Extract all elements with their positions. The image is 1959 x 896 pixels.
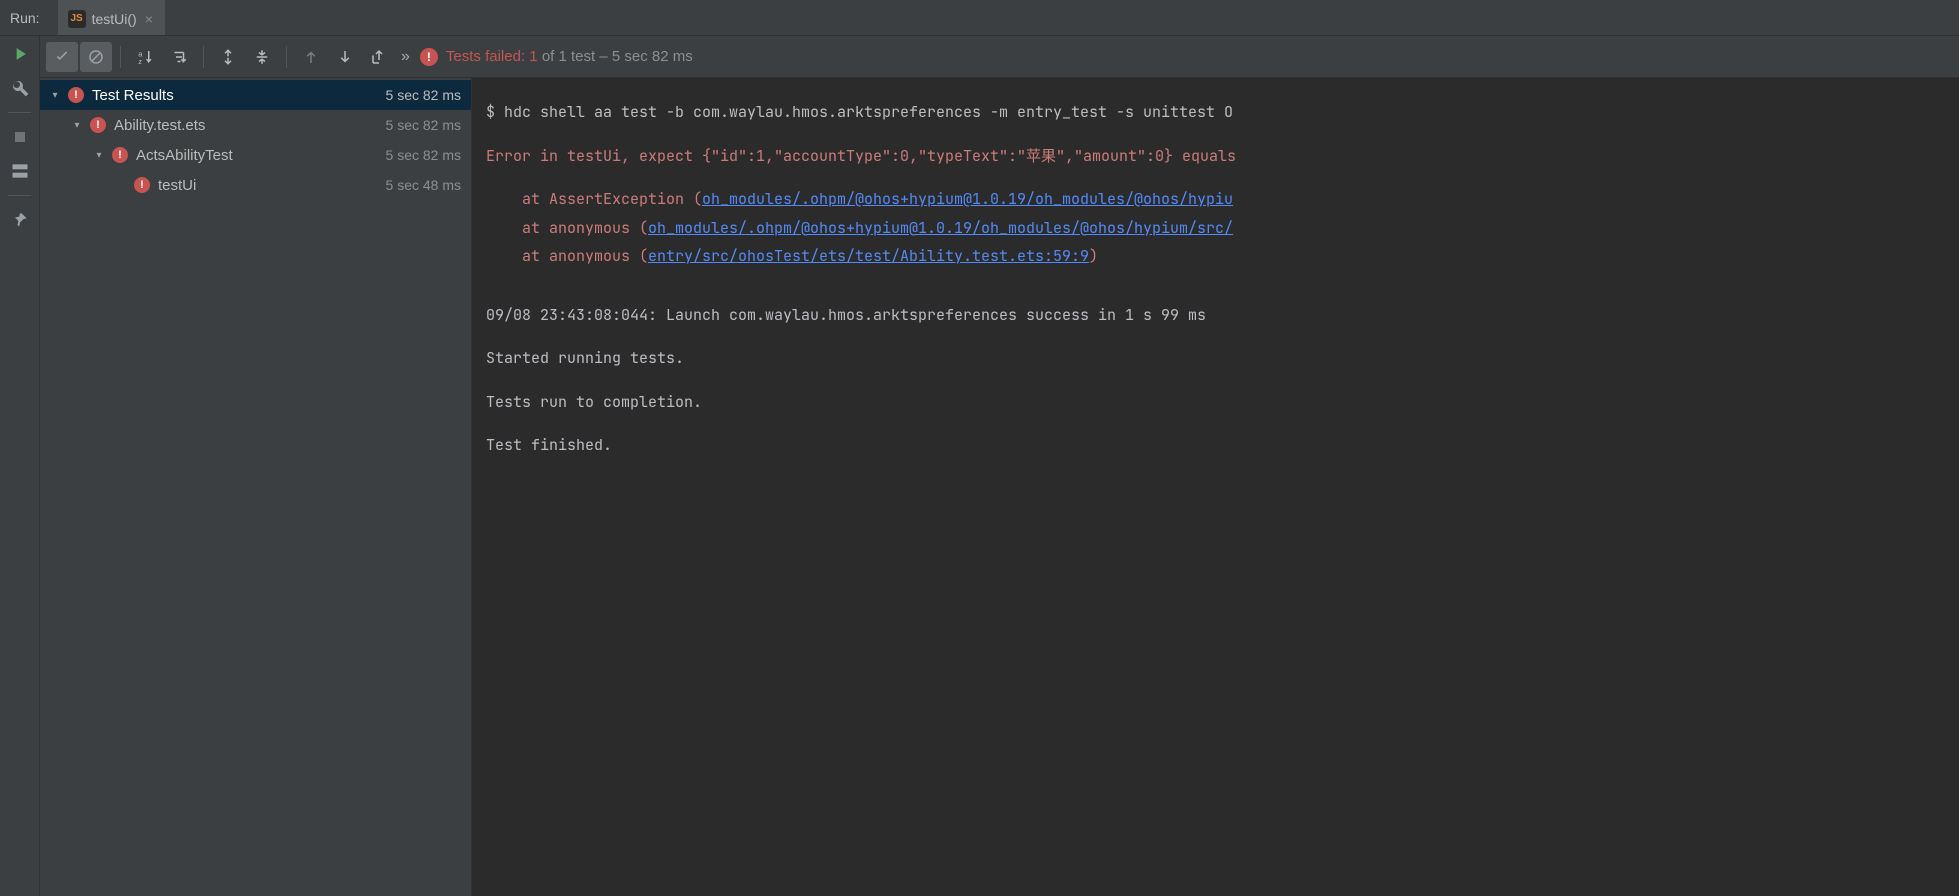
tab-title: testUi() — [92, 11, 137, 27]
right-pane: az » ! — [40, 36, 1959, 896]
tree-node-time: 5 sec 82 ms — [386, 117, 461, 133]
wrench-icon[interactable] — [10, 78, 30, 98]
error-icon: ! — [112, 147, 128, 163]
tree-node[interactable]: ▾! ActsAbilityTest 5 sec 82 ms — [40, 140, 471, 170]
tree-node-time: 5 sec 82 ms — [386, 147, 461, 163]
error-icon: ! — [68, 87, 84, 103]
js-icon: JS — [68, 10, 86, 28]
test-tree[interactable]: ▾! Test Results 5 sec 82 ms ▾! Ability.test.… — [40, 78, 472, 896]
rerun-icon[interactable] — [10, 44, 30, 64]
content-split: ▾! Test Results 5 sec 82 ms ▾! Ability.test.… — [40, 78, 1959, 896]
chevron-down-icon[interactable]: ▾ — [48, 90, 62, 101]
stack-link[interactable]: oh_modules/.ohpm/@ohos+hypium@1.0.19/oh_… — [702, 189, 1233, 209]
run-label: Run: — [6, 10, 50, 26]
sort-duration-icon[interactable] — [163, 42, 195, 72]
show-ignored-icon[interactable] — [80, 42, 112, 72]
gutter-sep — [8, 112, 31, 113]
tree-node-label: Test Results — [92, 87, 378, 104]
tree-node-time: 5 sec 48 ms — [386, 177, 461, 193]
tab-testui[interactable]: JS testUi() × — [58, 0, 165, 35]
chevron-down-icon[interactable]: ▾ — [92, 150, 106, 161]
status-failed-label: Tests failed: — [446, 48, 525, 65]
next-fail-icon[interactable] — [329, 42, 361, 72]
chevron-down-icon[interactable]: ▾ — [70, 120, 84, 131]
status-of-text: of 1 test – 5 sec 82 ms — [542, 48, 693, 65]
error-icon: ! — [134, 177, 150, 193]
toolbar-sep-2 — [203, 46, 204, 68]
expand-all-icon[interactable] — [212, 42, 244, 72]
error-icon: ! — [420, 48, 438, 66]
tree-node-label: Ability.test.ets — [114, 117, 378, 134]
svg-text:z: z — [138, 56, 142, 65]
layout-icon[interactable] — [10, 161, 30, 181]
toolbar: az » ! — [40, 36, 1959, 78]
show-passed-icon[interactable] — [46, 42, 78, 72]
tree-node-label: testUi — [158, 177, 378, 194]
export-icon[interactable] — [363, 42, 395, 72]
close-icon[interactable]: × — [143, 11, 155, 27]
more-icon[interactable]: » — [397, 48, 414, 66]
status-failed-count: 1 — [529, 48, 537, 65]
tab-row: Run: JS testUi() × — [0, 0, 1959, 36]
gutter-sep2 — [8, 195, 31, 196]
tree-node[interactable]: ! testUi 5 sec 48 ms — [40, 170, 471, 200]
collapse-all-icon[interactable] — [246, 42, 278, 72]
stack-link[interactable]: oh_modules/.ohpm/@ohos+hypium@1.0.19/oh_… — [648, 218, 1233, 238]
status-bar: ! Tests failed: 1 of 1 test – 5 sec 82 m… — [420, 48, 693, 66]
stop-icon[interactable] — [10, 127, 30, 147]
prev-fail-icon[interactable] — [295, 42, 327, 72]
tree-node[interactable]: ▾! Test Results 5 sec 82 ms — [40, 80, 471, 110]
pin-icon[interactable] — [10, 210, 30, 230]
stack-link[interactable]: entry/src/ohosTest/ets/test/Ability.test… — [648, 246, 1089, 266]
toolbar-sep-1 — [120, 46, 121, 68]
gutter — [0, 36, 40, 896]
toolbar-sep-3 — [286, 46, 287, 68]
sort-alpha-icon[interactable]: az — [129, 42, 161, 72]
tree-node-label: ActsAbilityTest — [136, 147, 378, 164]
tree-node-time: 5 sec 82 ms — [386, 87, 461, 103]
main: az » ! — [0, 36, 1959, 896]
console-output[interactable]: $ hdc shell aa test -b com.waylau.hmos.a… — [472, 78, 1959, 896]
tree-node[interactable]: ▾! Ability.test.ets 5 sec 82 ms — [40, 110, 471, 140]
error-icon: ! — [90, 117, 106, 133]
